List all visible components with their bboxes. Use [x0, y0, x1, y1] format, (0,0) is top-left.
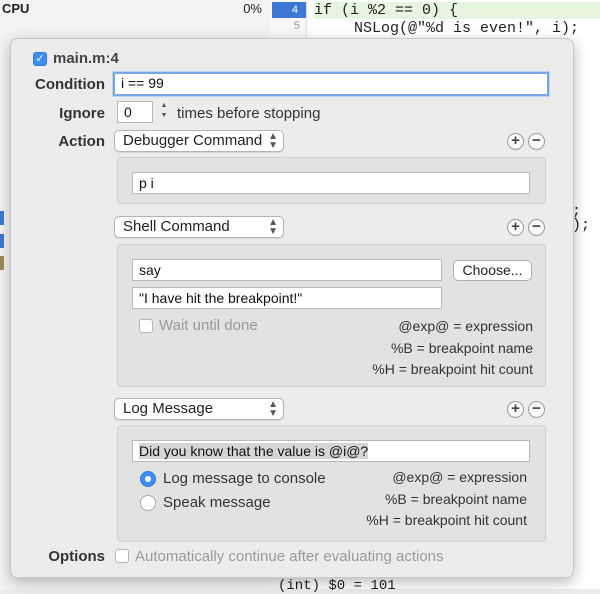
action-type-popup[interactable]: Log Message ▲ ▼ [114, 398, 284, 420]
add-action-button[interactable]: + [507, 219, 524, 236]
remove-action-button[interactable]: − [528, 401, 545, 418]
shell-command-panel: say Choose... "I have hit the breakpoint… [117, 244, 546, 387]
log-message-panel: Did you know that the value is @i@? Log … [117, 425, 546, 542]
add-action-button[interactable]: + [507, 401, 524, 418]
console-output: (int) $0 = 101 [278, 578, 396, 594]
cpu-value: 0% [243, 1, 262, 16]
wait-until-done-checkbox[interactable] [139, 319, 153, 333]
condition-label: Condition [35, 76, 105, 93]
log-to-console-label: Log message to console [163, 470, 326, 487]
hint-hit-count: %H = breakpoint hit count [366, 512, 527, 528]
code-line: if (i %2 == 0) { [314, 2, 600, 19]
hint-hit-count: %H = breakpoint hit count [372, 361, 533, 377]
code-fragment: ); [572, 217, 591, 234]
chevron-updown-icon: ▲ ▼ [268, 399, 278, 419]
debugger-command-field[interactable]: p i [132, 172, 530, 194]
wait-until-done-label: Wait until done [159, 317, 258, 334]
add-action-button[interactable]: + [507, 133, 524, 150]
action-type-popup[interactable]: Debugger Command ▲ ▼ [114, 130, 284, 152]
line-number: 5 [293, 20, 300, 32]
ignore-count-stepper[interactable]: ▲ ▼ [159, 101, 169, 123]
breakpoint-enabled-checkbox[interactable]: ✓ [33, 52, 47, 66]
debugger-command-panel: p i [117, 157, 546, 204]
cpu-label: CPU [2, 1, 30, 16]
auto-continue-checkbox[interactable] [115, 549, 129, 563]
hint-expression: @exp@ = expression [398, 318, 533, 334]
breakpoint-marker[interactable]: 4 [272, 2, 306, 18]
selection-marker [0, 234, 4, 248]
action-type-popup[interactable]: Shell Command ▲ ▼ [114, 216, 284, 238]
remove-action-button[interactable]: − [528, 133, 545, 150]
breakpoint-location: main.m:4 [53, 50, 119, 67]
ignore-count-field[interactable]: 0 [117, 101, 153, 123]
chevron-updown-icon: ▲ ▼ [268, 217, 278, 237]
options-label: Options [48, 548, 105, 565]
hint-breakpoint-name: %B = breakpoint name [390, 340, 533, 356]
breakpoint-editor-popover: ✓ main.m:4 Condition i == 99 Ignore 0 ▲ ▼… [10, 38, 574, 578]
action-label: Action [58, 133, 105, 150]
code-line: NSLog(@"%d is even!", i); [354, 20, 580, 37]
speak-message-radio[interactable] [140, 495, 156, 511]
speak-message-label: Speak message [163, 494, 271, 511]
log-message-field[interactable]: Did you know that the value is @i@? [132, 440, 530, 462]
condition-field[interactable]: i == 99 [113, 72, 549, 96]
log-to-console-radio[interactable] [140, 471, 156, 487]
choose-button[interactable]: Choose... [453, 260, 532, 281]
ignore-label: Ignore [59, 105, 105, 122]
remove-action-button[interactable]: − [528, 219, 545, 236]
ignore-suffix: times before stopping [177, 105, 321, 122]
cpu-header: CPU 0% [0, 0, 270, 18]
shell-arguments-field[interactable]: "I have hit the breakpoint!" [132, 287, 442, 309]
selection-marker [0, 211, 4, 225]
hint-expression: @exp@ = expression [392, 469, 527, 485]
hint-breakpoint-name: %B = breakpoint name [384, 491, 527, 507]
shell-command-field[interactable]: say [132, 259, 442, 281]
auto-continue-label: Automatically continue after evaluating … [135, 548, 444, 565]
chevron-updown-icon: ▲ ▼ [268, 131, 278, 151]
selection-marker [0, 256, 4, 270]
check-icon: ✓ [35, 53, 45, 65]
